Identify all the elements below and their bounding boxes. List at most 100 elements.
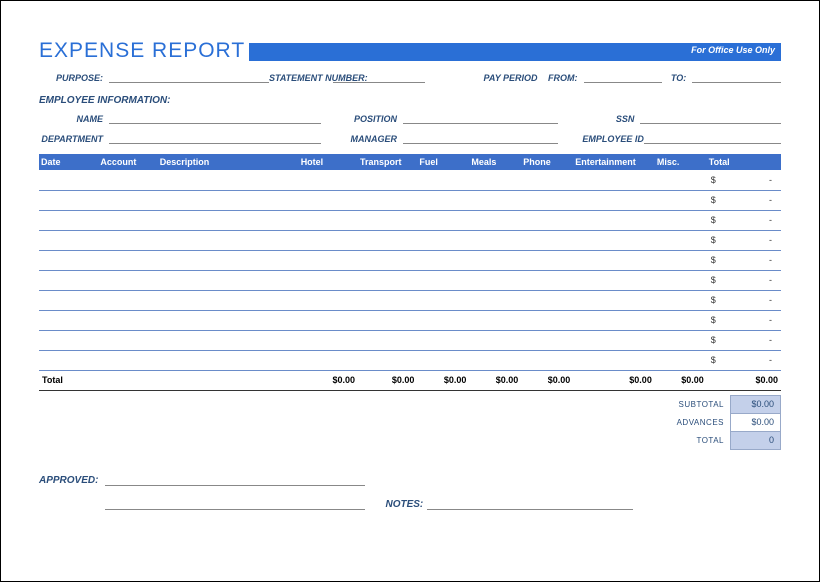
notes-input[interactable] <box>427 498 632 510</box>
table-cell[interactable] <box>417 270 469 290</box>
table-cell[interactable] <box>655 350 707 370</box>
table-cell[interactable] <box>39 210 98 230</box>
table-cell[interactable] <box>469 230 521 250</box>
table-cell[interactable] <box>98 170 157 190</box>
table-cell[interactable] <box>655 210 707 230</box>
table-row[interactable]: $- <box>39 190 781 210</box>
table-cell[interactable] <box>158 310 299 330</box>
table-cell[interactable] <box>358 270 417 290</box>
table-cell[interactable] <box>417 230 469 250</box>
table-cell[interactable] <box>299 330 358 350</box>
name-input[interactable] <box>109 112 321 124</box>
table-cell[interactable] <box>521 350 573 370</box>
table-cell[interactable] <box>573 330 655 350</box>
table-cell[interactable] <box>417 310 469 330</box>
table-cell[interactable] <box>158 210 299 230</box>
table-cell[interactable] <box>158 270 299 290</box>
table-row[interactable]: $- <box>39 250 781 270</box>
table-row[interactable]: $- <box>39 290 781 310</box>
table-cell[interactable] <box>417 250 469 270</box>
table-cell[interactable] <box>417 170 469 190</box>
table-row[interactable]: $- <box>39 310 781 330</box>
table-cell[interactable] <box>39 190 98 210</box>
table-cell[interactable] <box>573 270 655 290</box>
table-cell[interactable] <box>39 290 98 310</box>
table-cell[interactable] <box>158 230 299 250</box>
table-cell[interactable] <box>299 350 358 370</box>
purpose-input[interactable] <box>109 71 269 83</box>
table-cell[interactable] <box>358 170 417 190</box>
table-cell[interactable] <box>655 310 707 330</box>
table-cell[interactable] <box>358 250 417 270</box>
table-cell[interactable] <box>469 310 521 330</box>
table-row[interactable]: $- <box>39 350 781 370</box>
advances-value[interactable]: $0.00 <box>731 413 781 431</box>
table-row[interactable]: $- <box>39 210 781 230</box>
table-cell[interactable] <box>39 350 98 370</box>
table-cell[interactable] <box>299 210 358 230</box>
table-cell[interactable] <box>158 170 299 190</box>
table-cell[interactable] <box>573 350 655 370</box>
table-cell[interactable] <box>299 310 358 330</box>
table-cell[interactable] <box>655 230 707 250</box>
table-cell[interactable] <box>469 250 521 270</box>
table-cell[interactable] <box>521 170 573 190</box>
table-cell[interactable] <box>655 250 707 270</box>
employee-id-input[interactable] <box>644 132 781 144</box>
table-cell[interactable] <box>98 190 157 210</box>
table-cell[interactable] <box>158 250 299 270</box>
table-cell[interactable] <box>573 230 655 250</box>
table-cell[interactable] <box>98 330 157 350</box>
table-cell[interactable] <box>655 190 707 210</box>
table-cell[interactable] <box>655 270 707 290</box>
table-cell[interactable] <box>358 350 417 370</box>
table-cell[interactable] <box>469 190 521 210</box>
table-cell[interactable] <box>158 190 299 210</box>
table-cell[interactable] <box>655 170 707 190</box>
table-cell[interactable] <box>521 330 573 350</box>
table-cell[interactable] <box>158 330 299 350</box>
manager-input[interactable] <box>403 132 558 144</box>
table-cell[interactable] <box>299 250 358 270</box>
from-input[interactable] <box>584 71 663 83</box>
table-cell[interactable] <box>299 270 358 290</box>
table-cell[interactable] <box>417 330 469 350</box>
table-cell[interactable] <box>521 310 573 330</box>
table-cell[interactable] <box>158 290 299 310</box>
table-cell[interactable] <box>573 170 655 190</box>
table-cell[interactable] <box>417 210 469 230</box>
table-cell[interactable] <box>299 190 358 210</box>
table-cell[interactable] <box>469 270 521 290</box>
table-cell[interactable] <box>358 230 417 250</box>
table-cell[interactable] <box>98 250 157 270</box>
table-cell[interactable] <box>521 290 573 310</box>
table-cell[interactable] <box>417 290 469 310</box>
table-cell[interactable] <box>358 210 417 230</box>
approved-signature-1[interactable] <box>105 472 365 486</box>
table-cell[interactable] <box>469 210 521 230</box>
table-cell[interactable] <box>299 290 358 310</box>
table-cell[interactable] <box>358 290 417 310</box>
table-cell[interactable] <box>573 250 655 270</box>
ssn-input[interactable] <box>640 112 781 124</box>
table-cell[interactable] <box>98 210 157 230</box>
table-cell[interactable] <box>417 190 469 210</box>
table-cell[interactable] <box>655 330 707 350</box>
table-cell[interactable] <box>573 310 655 330</box>
table-cell[interactable] <box>98 290 157 310</box>
table-cell[interactable] <box>299 170 358 190</box>
table-cell[interactable] <box>39 250 98 270</box>
table-cell[interactable] <box>39 270 98 290</box>
table-cell[interactable] <box>573 190 655 210</box>
table-cell[interactable] <box>158 350 299 370</box>
department-input[interactable] <box>109 132 321 144</box>
table-cell[interactable] <box>39 230 98 250</box>
table-cell[interactable] <box>417 350 469 370</box>
table-cell[interactable] <box>521 190 573 210</box>
table-cell[interactable] <box>521 230 573 250</box>
table-row[interactable]: $- <box>39 270 781 290</box>
table-cell[interactable] <box>521 210 573 230</box>
table-cell[interactable] <box>469 330 521 350</box>
table-cell[interactable] <box>39 170 98 190</box>
table-row[interactable]: $- <box>39 230 781 250</box>
